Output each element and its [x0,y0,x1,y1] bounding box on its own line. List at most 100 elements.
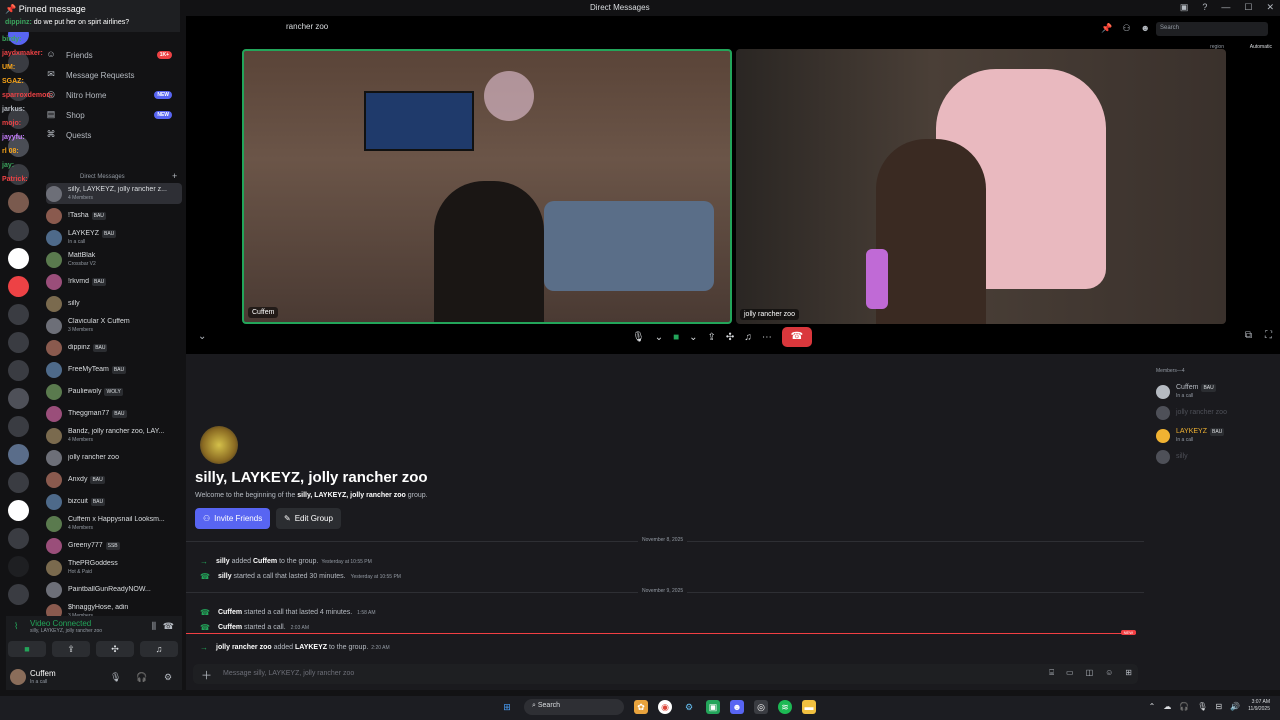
fullscreen-icon[interactable]: ⛶ [1265,330,1272,341]
dm-item[interactable]: Greeny777 SSB [46,535,182,556]
server-icon[interactable] [8,360,29,381]
nav-friends[interactable]: ☺ Friends 1K+ [44,46,180,64]
server-icon[interactable] [8,276,29,297]
server-icon[interactable] [8,80,29,101]
server-icon[interactable] [8,304,29,325]
dm-item[interactable]: ThePRGoddess Hot & Paid [46,557,182,578]
dm-item[interactable]: LAYKEYZ BAU In a call [46,227,182,248]
volume-icon[interactable]: 🔊 [1230,702,1240,711]
nav-quests[interactable]: ⌘ Quests [44,126,180,144]
server-icon[interactable] [8,500,29,521]
server-icon[interactable] [8,444,29,465]
dm-item[interactable]: Pauliewoly WOLY [46,381,182,402]
chevron-down-icon[interactable]: ⌄ [198,331,206,342]
obs-icon[interactable]: ◎ [754,700,768,714]
edit-group-button[interactable]: ✎ Edit Group [276,508,341,529]
dm-item[interactable]: !rkvmd BAU [46,271,182,292]
microphone-icon[interactable]: 🎙 [632,332,645,343]
dm-item[interactable]: silly [46,293,182,314]
gift-icon[interactable]: ⌸ [1049,668,1054,678]
screenshare-icon[interactable]: ⇪ [708,332,716,343]
noise-suppression-icon[interactable]: ⫼ [152,621,156,632]
spotify-icon[interactable]: ≋ [778,700,792,714]
members-icon[interactable]: ☻ [1141,23,1150,34]
headset-icon[interactable]: 🎧 [1179,702,1189,711]
chrome-icon[interactable]: ◉ [658,700,672,714]
headphones-icon[interactable]: 🎧 [136,672,147,683]
popout-icon[interactable]: ⧉ [1245,330,1252,341]
more-icon[interactable]: ⋯ [762,332,772,343]
search-input[interactable]: Search [1156,22,1268,36]
close-icon[interactable]: ✕ [1266,2,1274,13]
chevron-up-icon[interactable]: ⌃ [1149,702,1156,711]
dm-item[interactable]: Bandz, jolly rancher zoo, LAY... 4 Member… [46,425,182,446]
sticker-icon[interactable]: ◫ [1086,668,1094,678]
camera-icon[interactable]: ■ [673,332,679,343]
member-item[interactable]: Cuffem BAU In a call [1156,384,1216,400]
camera-button[interactable]: ■ [8,641,46,657]
minimize-icon[interactable]: — [1221,2,1230,13]
server-icon[interactable] [8,472,29,493]
dm-item[interactable]: FreeMyTeam BAU [46,359,182,380]
microphone-icon[interactable]: 🎙 [110,672,121,683]
server-icon[interactable] [8,332,29,353]
windows-start-icon[interactable]: ⊞ [500,700,514,714]
soundboard-button[interactable]: ♫ [140,641,178,657]
nav-shop[interactable]: ▤ Shop NEW [44,106,180,124]
end-call-button[interactable]: ☎ [781,327,812,347]
dm-item[interactable]: Clavicular X Cuffem 3 Members [46,315,182,336]
nav-nitro-home[interactable]: ◎ Nitro Home NEW [44,86,180,104]
dm-item[interactable]: Cuffem x Happysnail Looksm... 4 Members [46,513,182,534]
server-icon[interactable] [8,528,29,549]
server-icon[interactable] [8,136,29,157]
dm-item[interactable]: silly, LAYKEYZ, jolly rancher z... 4 Memb… [46,183,182,204]
member-item[interactable]: jolly rancher zoo [1156,406,1227,420]
avatar[interactable] [10,669,26,685]
disconnect-icon[interactable]: ☎ [163,621,174,632]
server-icon[interactable] [8,108,29,129]
video-tile-cuffem[interactable]: Cuffem [242,49,732,324]
server-icon[interactable] [8,192,29,213]
message-input[interactable]: ＋ Message silly, LAYKEYZ, jolly rancher … [193,664,1138,684]
widgets-icon[interactable]: ✿ [634,700,648,714]
network-icon[interactable]: ⊟ [1215,702,1222,711]
video-tile-jolly-rancher-zoo[interactable]: jolly rancher zoo [736,49,1226,324]
inbox-icon[interactable]: ▣ [1180,2,1189,13]
activities-button[interactable]: ✣ [96,641,134,657]
app-icon[interactable]: ▣ [706,700,720,714]
dm-item[interactable]: MattBlak Crossbar V2 [46,249,182,270]
dm-item[interactable]: jolly rancher zoo [46,447,182,468]
file-explorer-icon[interactable]: ▬ [802,700,816,714]
activities-icon[interactable]: ✣ [726,332,734,343]
plus-icon[interactable]: ＋ [201,667,212,683]
settings-icon[interactable]: ⚙ [164,672,172,683]
help-icon[interactable]: ? [1202,2,1207,13]
chevron-down-icon[interactable]: ⌄ [689,332,697,343]
apps-icon[interactable]: ⊞ [1125,668,1132,678]
dm-item[interactable]: dippinz BAU [46,337,182,358]
server-icon[interactable] [8,220,29,241]
clock[interactable]: 3:07 AM 11/9/2025 [1248,699,1270,713]
server-icon[interactable] [8,388,29,409]
invite-friends-button[interactable]: ⚇ Invite Friends [195,508,271,529]
server-icon[interactable] [8,584,29,605]
gif-icon[interactable]: ▭ [1066,668,1074,678]
screenshare-button[interactable]: ⇪ [52,641,90,657]
member-item[interactable]: LAYKEYZ BAU In a call [1156,428,1225,444]
server-icon[interactable] [8,556,29,577]
server-icon[interactable] [8,416,29,437]
region-select[interactable]: Automatic [1250,44,1272,50]
dm-item[interactable]: !Tasha BAU [46,205,182,226]
discord-icon[interactable]: ☻ [730,700,744,714]
taskbar-search[interactable]: ⌕ Search [524,699,624,715]
emoji-icon[interactable]: ☺ [1105,668,1113,678]
pin-icon[interactable]: 📌 [1101,23,1112,34]
maximize-icon[interactable]: ☐ [1244,2,1252,13]
soundboard-icon[interactable]: ♫ [744,332,752,343]
steam-icon[interactable]: ⚙ [682,700,696,714]
dm-item[interactable]: PaintballGunReadyNOW... [46,579,182,600]
add-dm-icon[interactable]: + [172,171,177,181]
dm-item[interactable]: Anxdy BAU [46,469,182,490]
nav-message-requests[interactable]: ✉ Message Requests [44,66,180,84]
add-friends-icon[interactable]: ⚇ [1122,23,1130,34]
